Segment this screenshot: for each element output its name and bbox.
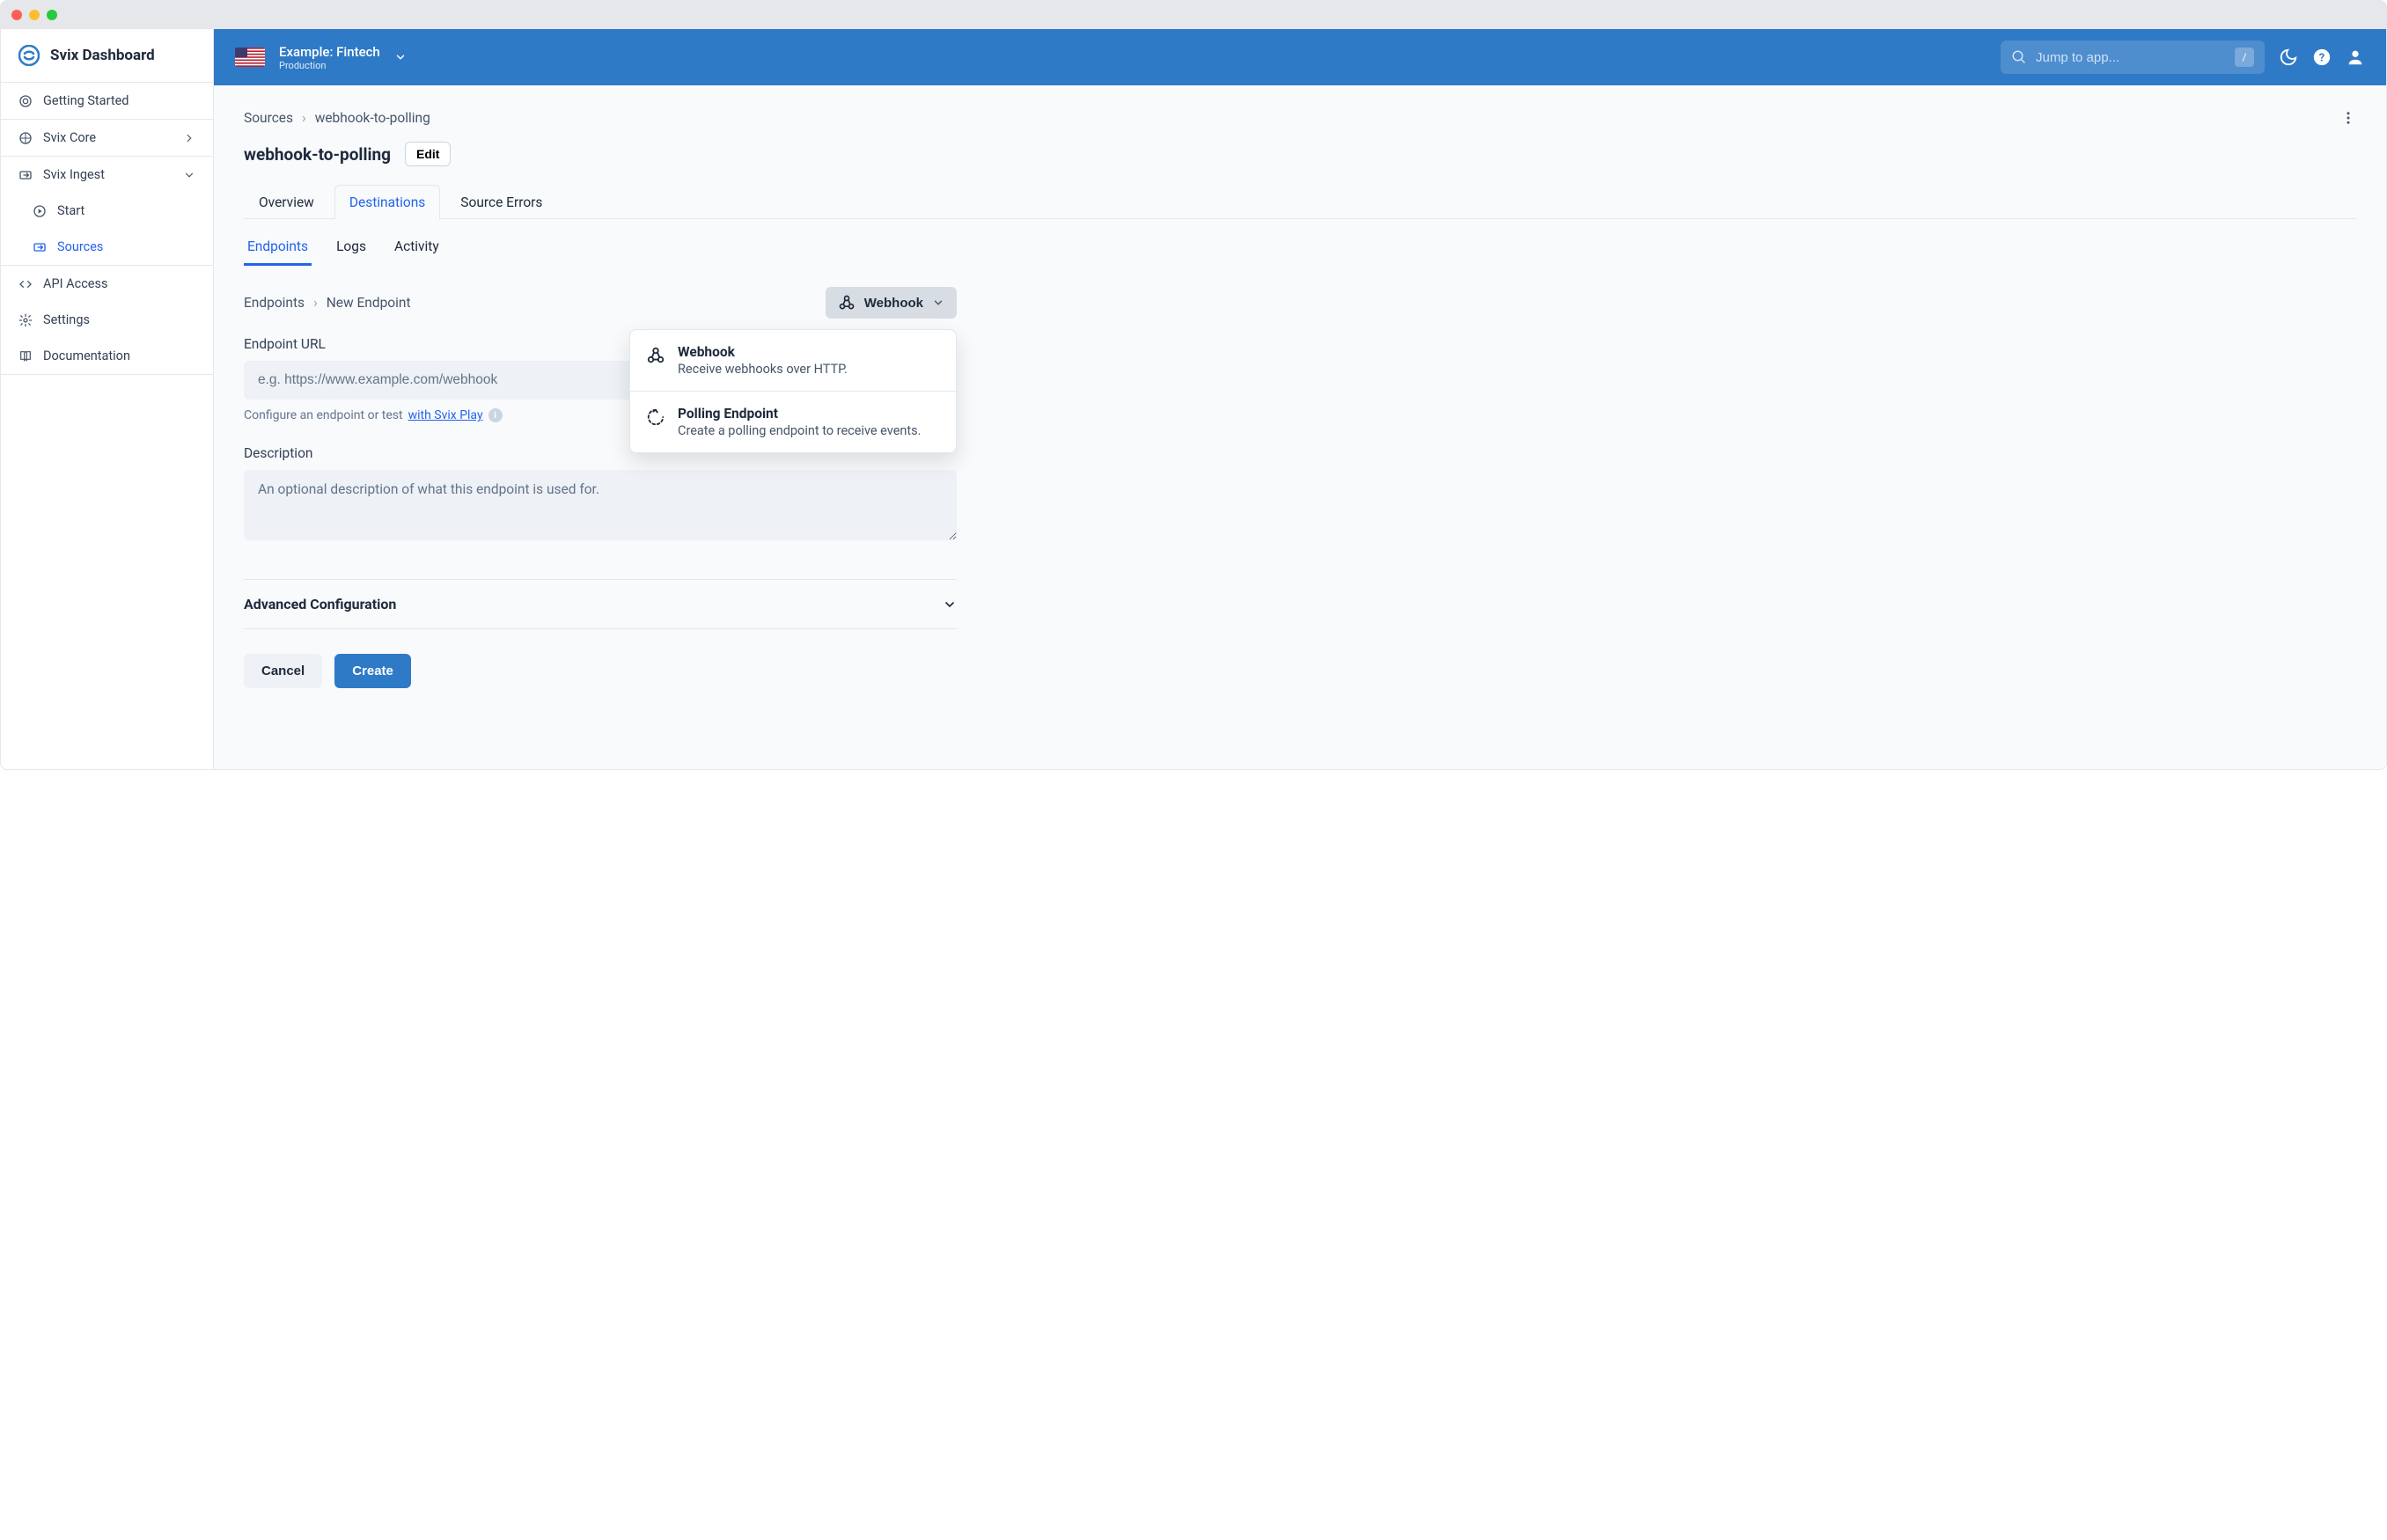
sidebar-item-start[interactable]: Start xyxy=(1,193,213,229)
sub-breadcrumb-root[interactable]: Endpoints xyxy=(244,295,305,311)
ingest-icon xyxy=(18,168,33,182)
dropdown-option-webhook[interactable]: Webhook Receive webhooks over HTTP. xyxy=(630,330,956,391)
edit-button[interactable]: Edit xyxy=(405,142,451,166)
polling-icon xyxy=(646,407,665,427)
dropdown-option-desc: Create a polling endpoint to receive eve… xyxy=(678,423,921,438)
sidebar-header[interactable]: Svix Dashboard xyxy=(1,29,213,83)
webhook-icon xyxy=(838,294,856,312)
search-icon xyxy=(2011,49,2027,65)
sources-icon xyxy=(33,240,47,254)
sidebar-item-label: API Access xyxy=(43,276,107,291)
gear-icon xyxy=(18,313,33,327)
region-flag-icon xyxy=(235,48,265,67)
sidebar-item-label: Settings xyxy=(43,312,90,327)
chevron-right-icon xyxy=(183,132,195,144)
breadcrumb-root[interactable]: Sources xyxy=(244,110,293,126)
main-content: Example: Fintech Production / ? xyxy=(214,29,2386,769)
sidebar-item-sources[interactable]: Sources xyxy=(1,229,213,266)
webhook-icon xyxy=(646,346,665,365)
chevron-down-icon[interactable] xyxy=(394,51,407,63)
more-actions-button[interactable] xyxy=(2340,110,2356,126)
environment-selector[interactable]: Example: Fintech Production xyxy=(279,44,380,71)
svg-text:?: ? xyxy=(2319,52,2325,65)
info-icon[interactable]: i xyxy=(488,408,503,422)
dropdown-option-title: Polling Endpoint xyxy=(678,406,921,422)
book-icon xyxy=(18,349,33,363)
svix-play-link[interactable]: with Svix Play xyxy=(408,408,483,422)
sidebar-item-label: Start xyxy=(57,203,84,218)
description-input[interactable] xyxy=(244,470,957,540)
chevron-down-icon xyxy=(932,297,944,309)
advanced-configuration-toggle[interactable]: Advanced Configuration xyxy=(244,579,957,629)
brand-name: Svix Dashboard xyxy=(50,47,155,64)
play-circle-icon xyxy=(33,204,47,218)
breadcrumb-current: webhook-to-polling xyxy=(315,110,430,126)
chevron-down-icon xyxy=(943,598,957,612)
sub-breadcrumb-current: New Endpoint xyxy=(327,295,411,311)
dark-mode-icon[interactable] xyxy=(2279,48,2298,67)
close-window-icon[interactable] xyxy=(11,10,22,20)
environment-name: Example: Fintech xyxy=(279,44,380,60)
sidebar-item-label: Svix Ingest xyxy=(43,167,105,182)
tab-overview[interactable]: Overview xyxy=(244,185,329,219)
primary-tabs: Overview Destinations Source Errors xyxy=(244,184,2356,219)
endpoint-type-selector[interactable]: Webhook xyxy=(826,287,957,319)
advanced-configuration-label: Advanced Configuration xyxy=(244,596,396,612)
sidebar-item-svix-core[interactable]: Svix Core xyxy=(1,120,213,157)
topbar: Example: Fintech Production / ? xyxy=(214,29,2386,85)
window-titlebar xyxy=(1,1,2386,29)
sidebar-item-getting-started[interactable]: Getting Started xyxy=(1,83,213,120)
chevron-down-icon xyxy=(183,169,195,181)
chevron-right-icon: › xyxy=(313,295,318,311)
sidebar-item-svix-ingest[interactable]: Svix Ingest xyxy=(1,157,213,193)
user-icon[interactable] xyxy=(2346,48,2365,67)
sidebar-item-label: Getting Started xyxy=(43,93,129,108)
environment-stage: Production xyxy=(279,60,380,71)
chevron-right-icon: › xyxy=(302,110,306,126)
core-icon xyxy=(18,131,33,145)
helper-text: Configure an endpoint or test xyxy=(244,408,403,422)
dropdown-option-title: Webhook xyxy=(678,344,848,360)
page-title: webhook-to-polling xyxy=(244,144,391,165)
tab-logs[interactable]: Logs xyxy=(333,230,370,266)
tab-activity[interactable]: Activity xyxy=(391,230,443,266)
code-icon xyxy=(18,277,33,291)
target-icon xyxy=(18,94,33,108)
cancel-button[interactable]: Cancel xyxy=(244,654,322,688)
more-vertical-icon xyxy=(2340,110,2356,126)
secondary-tabs: Endpoints Logs Activity xyxy=(244,230,2356,266)
create-button[interactable]: Create xyxy=(334,654,411,688)
sub-breadcrumb: Endpoints › New Endpoint xyxy=(244,295,411,311)
sidebar-item-label: Documentation xyxy=(43,348,130,363)
endpoint-type-dropdown: Webhook Receive webhooks over HTTP. Poll… xyxy=(629,329,957,453)
maximize-window-icon[interactable] xyxy=(47,10,57,20)
dropdown-option-polling[interactable]: Polling Endpoint Create a polling endpoi… xyxy=(630,391,956,452)
sidebar-item-documentation[interactable]: Documentation xyxy=(1,338,213,375)
tab-endpoints[interactable]: Endpoints xyxy=(244,230,312,266)
tab-destinations[interactable]: Destinations xyxy=(334,185,440,219)
breadcrumb: Sources › webhook-to-polling xyxy=(244,110,2356,126)
endpoint-type-label: Webhook xyxy=(864,296,923,311)
tab-source-errors[interactable]: Source Errors xyxy=(445,185,557,219)
search-input[interactable] xyxy=(2036,50,2226,65)
search-shortcut-key: / xyxy=(2235,48,2254,67)
search-box[interactable]: / xyxy=(2001,40,2265,74)
sidebar-item-label: Sources xyxy=(57,239,103,254)
dropdown-option-desc: Receive webhooks over HTTP. xyxy=(678,362,848,377)
help-icon[interactable]: ? xyxy=(2312,48,2332,67)
sidebar-item-api-access[interactable]: API Access xyxy=(1,266,213,302)
sidebar: Svix Dashboard Getting Started Svix Core… xyxy=(1,29,214,769)
minimize-window-icon[interactable] xyxy=(29,10,40,20)
sidebar-item-settings[interactable]: Settings xyxy=(1,302,213,338)
sidebar-item-label: Svix Core xyxy=(43,130,96,145)
brand-logo-icon xyxy=(18,45,40,66)
